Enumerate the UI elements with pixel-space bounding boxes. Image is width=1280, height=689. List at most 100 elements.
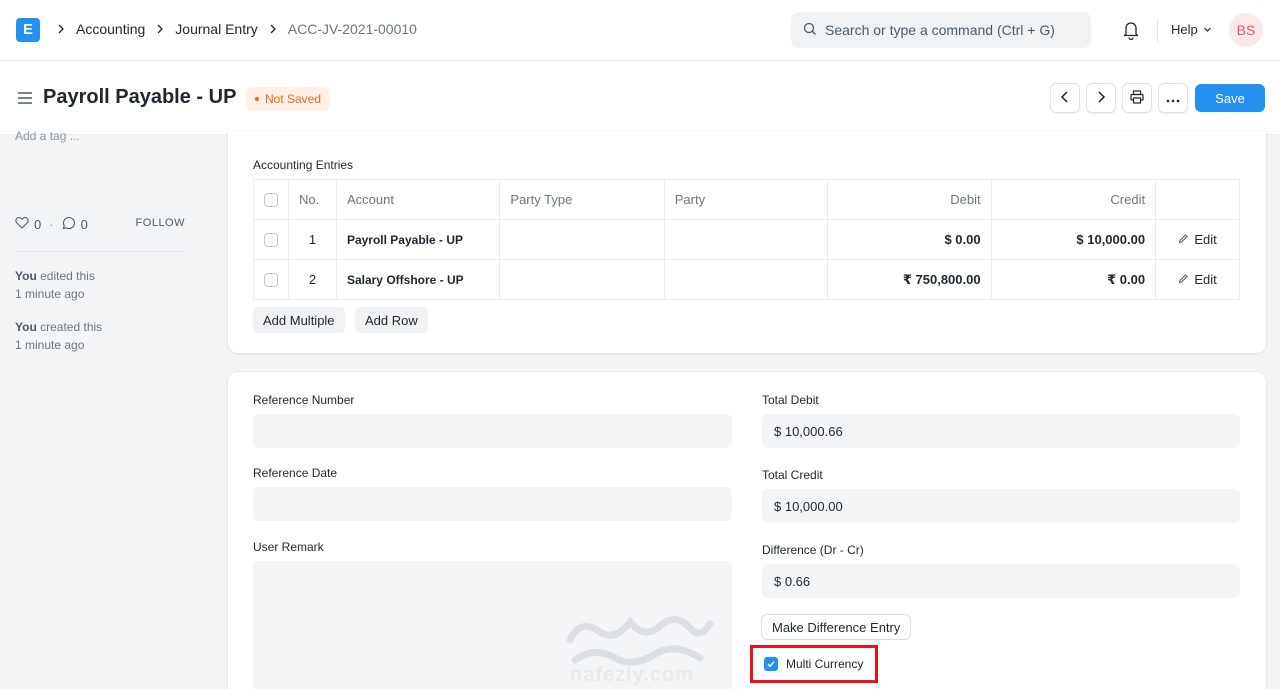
more-actions-button[interactable] — [1158, 83, 1188, 113]
total-debit-value: $ 10,000.66 — [762, 414, 1240, 448]
page-title: Payroll Payable - UP — [43, 86, 237, 108]
row-edit-button[interactable]: Edit — [1178, 232, 1217, 247]
chevron-right-icon — [56, 24, 66, 34]
follow-button[interactable]: FOLLOW — [136, 217, 185, 229]
comments-count[interactable]: 0 — [62, 216, 88, 233]
previous-doc-button[interactable] — [1050, 83, 1080, 113]
col-header-debit: Debit — [827, 179, 992, 220]
search-input[interactable] — [825, 22, 1075, 38]
accounting-entries-label: Accounting Entries — [253, 158, 354, 172]
row-no: 1 — [288, 219, 337, 260]
add-multiple-button[interactable]: Add Multiple — [253, 307, 345, 333]
row-debit[interactable]: ₹ 750,800.00 — [827, 259, 992, 300]
activity-item: You created this 1 minute ago — [15, 318, 185, 354]
search-icon — [803, 22, 817, 39]
chevron-left-icon — [1060, 90, 1070, 106]
make-difference-entry-button[interactable]: Make Difference Entry — [761, 614, 912, 640]
row-debit[interactable]: $ 0.00 — [827, 219, 992, 260]
col-header-account: Account — [335, 179, 501, 220]
notification-bell-icon[interactable] — [1122, 20, 1140, 43]
checkmark-icon — [767, 661, 775, 668]
navbar-divider — [1157, 18, 1158, 42]
sidebar-stats: 0 · 0 FOLLOW — [15, 214, 185, 234]
col-header-party-type: Party Type — [499, 179, 665, 220]
row-edit-button[interactable]: Edit — [1178, 272, 1217, 287]
col-header-no: No. — [288, 179, 337, 220]
chevron-right-icon — [268, 24, 278, 34]
add-tag-link[interactable]: Add a tag ... — [15, 129, 80, 143]
activity-action: created this — [40, 320, 103, 334]
activity-user: You — [15, 320, 37, 334]
reference-number-input[interactable] — [253, 414, 732, 448]
total-credit-value: $ 10,000.00 — [762, 489, 1240, 523]
multi-currency-highlight: Multi Currency — [750, 645, 878, 683]
reference-number-label: Reference Number — [253, 393, 355, 407]
likes-count[interactable]: 0 — [15, 216, 41, 232]
user-avatar[interactable]: BS — [1229, 13, 1263, 47]
chevron-right-icon — [1096, 90, 1106, 106]
printer-icon — [1130, 89, 1144, 107]
help-dropdown[interactable]: Help — [1171, 22, 1212, 37]
user-remark-label: User Remark — [253, 540, 324, 554]
table-header-row: No. Account Party Type Party Debit Credi… — [253, 179, 1240, 220]
hamburger-menu-icon[interactable] — [17, 91, 33, 108]
col-header-party: Party — [663, 179, 829, 220]
reference-date-input[interactable] — [253, 487, 732, 521]
reference-date-label: Reference Date — [253, 466, 338, 480]
chevron-right-icon — [155, 24, 165, 34]
comments-value: 0 — [80, 216, 88, 232]
breadcrumb-journal-entry[interactable]: Journal Entry — [175, 21, 257, 37]
difference-value: $ 0.66 — [762, 564, 1240, 598]
row-account[interactable]: Salary Offshore - UP — [335, 259, 501, 300]
select-all-checkbox[interactable] — [264, 193, 278, 208]
save-button[interactable]: Save — [1195, 84, 1265, 112]
watermark-arabic-glyphs — [566, 616, 714, 666]
row-party-type[interactable] — [499, 259, 665, 300]
accounting-entries-table: No. Account Party Type Party Debit Credi… — [253, 179, 1240, 300]
add-row-button[interactable]: Add Row — [355, 307, 428, 333]
watermark-logo: nafezly.com — [560, 610, 720, 689]
sidebar-divider — [15, 251, 185, 252]
search-bar[interactable] — [791, 12, 1091, 48]
multi-currency-checkbox[interactable] — [764, 657, 778, 671]
row-checkbox[interactable] — [264, 233, 278, 248]
row-party-type[interactable] — [499, 219, 665, 260]
breadcrumb-accounting[interactable]: Accounting — [76, 21, 145, 37]
app-logo[interactable]: E — [16, 18, 40, 42]
activity-time: 1 minute ago — [15, 287, 85, 301]
col-header-credit: Credit — [990, 179, 1157, 220]
row-edit-cell[interactable]: Edit — [1155, 259, 1240, 300]
multi-currency-label: Multi Currency — [786, 657, 864, 671]
breadcrumb: Accounting Journal Entry ACC-JV-2021-000… — [52, 21, 423, 37]
col-header-actions — [1155, 179, 1240, 220]
row-credit[interactable]: $ 10,000.00 — [990, 219, 1157, 260]
help-label: Help — [1171, 22, 1198, 37]
table-row[interactable]: 1 Payroll Payable - UP $ 0.00 $ 10,000.0… — [253, 219, 1240, 260]
activity-item: You edited this 1 minute ago — [15, 267, 185, 303]
select-all-cell[interactable] — [253, 179, 289, 220]
likes-value: 0 — [34, 216, 42, 232]
row-select-cell[interactable] — [253, 259, 289, 300]
breadcrumb-document[interactable]: ACC-JV-2021-00010 — [288, 21, 417, 37]
details-section: Reference Number Reference Date User Rem… — [228, 372, 1266, 689]
row-no: 2 — [288, 259, 337, 300]
total-debit-label: Total Debit — [762, 393, 819, 407]
edit-label: Edit — [1194, 272, 1217, 287]
row-edit-cell[interactable]: Edit — [1155, 219, 1240, 260]
table-row[interactable]: 2 Salary Offshore - UP ₹ 750,800.00 ₹ 0.… — [253, 259, 1240, 300]
row-party[interactable] — [663, 259, 829, 300]
chevron-down-icon — [1203, 22, 1212, 37]
total-credit-label: Total Credit — [762, 468, 823, 482]
row-credit[interactable]: ₹ 0.00 — [990, 259, 1157, 300]
more-horizontal-icon — [1166, 91, 1180, 106]
navbar: E Accounting Journal Entry ACC-JV-2021-0… — [0, 0, 1280, 61]
next-doc-button[interactable] — [1086, 83, 1116, 113]
row-select-cell[interactable] — [253, 219, 289, 260]
pencil-icon — [1178, 232, 1189, 247]
print-button[interactable] — [1122, 83, 1152, 113]
status-text: Not Saved — [265, 92, 322, 106]
activity-time: 1 minute ago — [15, 338, 85, 352]
row-account[interactable]: Payroll Payable - UP — [335, 219, 501, 260]
row-party[interactable] — [663, 219, 829, 260]
row-checkbox[interactable] — [264, 273, 278, 288]
